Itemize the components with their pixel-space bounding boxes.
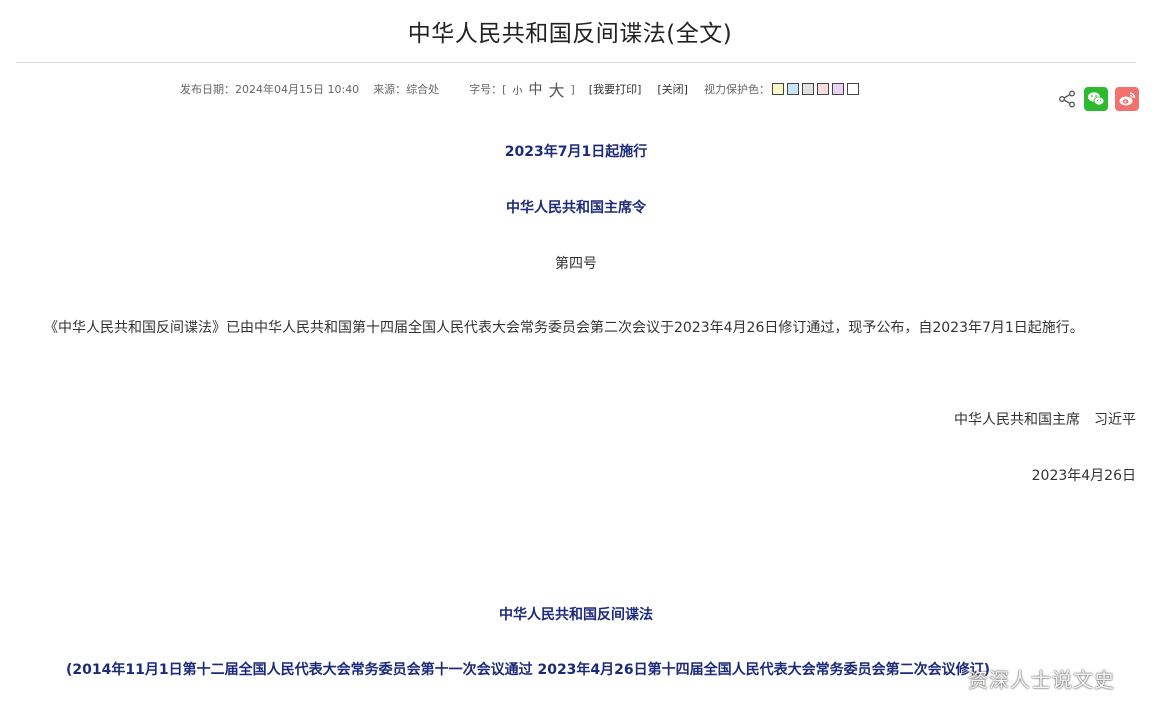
decree-number: 第四号 (555, 256, 597, 272)
publish-date-label: 发布日期： (180, 83, 235, 96)
title-divider (16, 62, 1136, 63)
source-label: 来源： (373, 83, 407, 96)
color-swatch-pink[interactable] (816, 83, 829, 95)
eye-protection-label: 视力保护色： (703, 83, 770, 96)
color-swatch-purple[interactable] (831, 83, 844, 95)
color-swatch-gray[interactable] (801, 83, 814, 95)
font-size-large-button[interactable]: 大 (548, 77, 564, 101)
article-meta-bar: 发布日期： 2024年04月15日 10:40 来源： 综合处 字号：[ 小 中… (180, 77, 859, 101)
font-size-medium-button[interactable]: 中 (528, 79, 542, 99)
effective-date-heading: 2023年7月1日起施行 (504, 144, 648, 160)
publish-date: 2024年04月15日 10:40 (235, 83, 360, 96)
eye-protection-swatches (771, 83, 859, 95)
color-swatch-blue[interactable] (786, 83, 799, 95)
font-size-bracket: ] (570, 82, 575, 96)
wechat-icon (1088, 92, 1105, 106)
page: 中华人民共和国反间谍法(全文) 发布日期： 2024年04月15日 10:40 … (0, 0, 1166, 709)
share-icon[interactable] (1057, 89, 1077, 109)
wechat-share-button[interactable] (1084, 87, 1108, 111)
watermark: 资深人士说文史 (968, 668, 1115, 692)
color-swatch-white[interactable] (846, 83, 859, 95)
signature: 中华人民共和国主席 习近平 (954, 412, 1136, 428)
law-subtitle: (2014年11月1日第十二届全国人民代表大会常务委员会第十一次会议通过 202… (66, 662, 991, 678)
decree-paragraph: 《中华人民共和国反间谍法》已由中华人民共和国第十四届全国人民代表大会常务委员会第… (44, 320, 1084, 336)
weibo-share-button[interactable] (1115, 87, 1139, 111)
print-link[interactable]: [我要打印] (589, 81, 642, 97)
source-name: 综合处 (406, 83, 440, 96)
page-title: 中华人民共和国反间谍法(全文) (407, 21, 733, 47)
font-size-small-button[interactable]: 小 (512, 82, 522, 97)
font-size-label: 字号：[ (469, 83, 507, 96)
sign-date: 2023年4月26日 (1031, 468, 1136, 484)
share-bar (1057, 87, 1139, 111)
weibo-icon (1119, 92, 1136, 106)
law-title: 中华人民共和国反间谍法 (499, 607, 653, 623)
color-swatch-yellow[interactable] (771, 83, 784, 95)
close-link[interactable]: [关闭] (657, 81, 688, 97)
decree-title: 中华人民共和国主席令 (506, 200, 646, 216)
